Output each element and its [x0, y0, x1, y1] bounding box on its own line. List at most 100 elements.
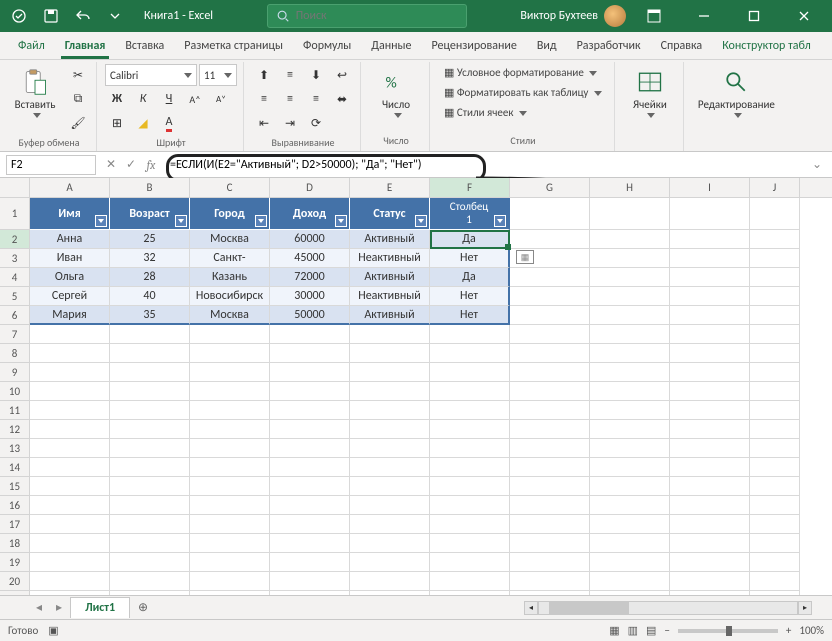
cell[interactable]	[750, 458, 800, 477]
tab-data[interactable]: Данные	[361, 35, 421, 59]
cell[interactable]: Казань	[190, 268, 270, 287]
fx-icon[interactable]: fx	[142, 158, 160, 172]
cell[interactable]	[430, 591, 510, 595]
tab-view[interactable]: Вид	[527, 35, 567, 59]
cell[interactable]	[190, 572, 270, 591]
cells-button[interactable]: Ячейки	[623, 64, 677, 122]
cell[interactable]	[30, 439, 110, 458]
hscroll-left-icon[interactable]: ◂	[524, 601, 538, 615]
view-layout-icon[interactable]: ▥	[628, 624, 638, 637]
cell[interactable]	[350, 553, 430, 572]
cell[interactable]	[190, 591, 270, 595]
enter-formula-icon[interactable]: ✓	[122, 157, 140, 172]
cell[interactable]	[190, 553, 270, 572]
maximize-icon[interactable]	[732, 0, 776, 32]
table-header[interactable]: Статус	[350, 198, 430, 230]
tab-layout[interactable]: Разметка страницы	[174, 35, 293, 59]
cell[interactable]	[510, 591, 590, 595]
cell[interactable]	[30, 553, 110, 572]
cell[interactable]	[30, 572, 110, 591]
tab-formulas[interactable]: Формулы	[293, 35, 361, 59]
cell[interactable]	[270, 420, 350, 439]
cell[interactable]	[270, 496, 350, 515]
cell[interactable]	[510, 401, 590, 420]
cell[interactable]	[350, 477, 430, 496]
cell[interactable]	[590, 306, 670, 325]
tab-insert[interactable]: Вставка	[115, 35, 174, 59]
select-all-corner[interactable]	[0, 178, 30, 197]
cell[interactable]: 45000	[270, 249, 350, 268]
worksheet-grid[interactable]: A B C D E F G H I J 1 Имя Возраст Город …	[0, 178, 832, 595]
row-header[interactable]: 6	[0, 306, 30, 325]
cell[interactable]	[750, 553, 800, 572]
cell[interactable]	[430, 572, 510, 591]
filter-icon[interactable]	[175, 215, 187, 227]
row-header[interactable]: 13	[0, 439, 30, 458]
cell[interactable]	[510, 458, 590, 477]
cell[interactable]: 28	[110, 268, 190, 287]
cell[interactable]	[110, 382, 190, 401]
col-header[interactable]: C	[190, 178, 270, 197]
cell[interactable]	[510, 496, 590, 515]
cell[interactable]	[270, 515, 350, 534]
cell[interactable]: 35	[110, 306, 190, 325]
cell[interactable]	[510, 572, 590, 591]
align-right-icon[interactable]: ≡	[304, 88, 328, 110]
zoom-out-icon[interactable]: −	[664, 624, 669, 637]
cell[interactable]: Москва	[190, 306, 270, 325]
cell[interactable]	[110, 515, 190, 534]
cell[interactable]	[190, 458, 270, 477]
sheet-tab[interactable]: Лист1	[70, 597, 130, 618]
cell[interactable]	[670, 401, 750, 420]
cell[interactable]	[350, 382, 430, 401]
cell[interactable]	[510, 439, 590, 458]
cell[interactable]	[350, 401, 430, 420]
cell[interactable]	[750, 515, 800, 534]
cell[interactable]	[430, 382, 510, 401]
cell[interactable]	[670, 287, 750, 306]
row-header[interactable]: 16	[0, 496, 30, 515]
cell[interactable]	[30, 344, 110, 363]
cell[interactable]	[590, 477, 670, 496]
cell[interactable]	[670, 496, 750, 515]
cell[interactable]	[590, 439, 670, 458]
cell[interactable]	[270, 534, 350, 553]
cell[interactable]	[670, 534, 750, 553]
cell[interactable]	[510, 534, 590, 553]
cell[interactable]	[110, 534, 190, 553]
cell[interactable]	[670, 572, 750, 591]
sheet-nav-prev-icon[interactable]: ◂	[30, 600, 48, 615]
cell[interactable]: Сергей	[30, 287, 110, 306]
cell[interactable]: Активный	[350, 306, 430, 325]
cell[interactable]: Нет	[430, 306, 510, 325]
cell[interactable]	[670, 363, 750, 382]
cell[interactable]: 32	[110, 249, 190, 268]
cell[interactable]	[110, 496, 190, 515]
conditional-formatting-button[interactable]: ▦ Условное форматирование	[438, 64, 608, 81]
cell[interactable]	[670, 230, 750, 249]
row-header[interactable]: 20	[0, 572, 30, 591]
format-as-table-button[interactable]: ▦ Форматировать как таблицу	[438, 84, 608, 101]
cell[interactable]: Новосибирск	[190, 287, 270, 306]
cell[interactable]	[670, 458, 750, 477]
cell[interactable]	[510, 198, 590, 230]
name-box[interactable]	[6, 155, 96, 175]
cell[interactable]	[270, 591, 350, 595]
cell[interactable]	[430, 344, 510, 363]
table-header[interactable]: Доход	[270, 198, 350, 230]
filter-icon[interactable]	[494, 215, 506, 227]
cell[interactable]	[590, 553, 670, 572]
cell[interactable]	[510, 382, 590, 401]
cell[interactable]	[590, 382, 670, 401]
cell[interactable]	[670, 344, 750, 363]
col-header[interactable]: A	[30, 178, 110, 197]
zoom-level[interactable]: 100%	[799, 624, 824, 637]
cell[interactable]	[350, 325, 430, 344]
cell[interactable]: 60000	[270, 230, 350, 249]
cell[interactable]: Активный	[350, 230, 430, 249]
user-account[interactable]: Виктор Бухтеев	[520, 5, 626, 27]
formula-input[interactable]	[170, 158, 802, 172]
cell[interactable]	[670, 591, 750, 595]
autofill-options-icon[interactable]	[516, 250, 534, 264]
cell[interactable]	[510, 553, 590, 572]
